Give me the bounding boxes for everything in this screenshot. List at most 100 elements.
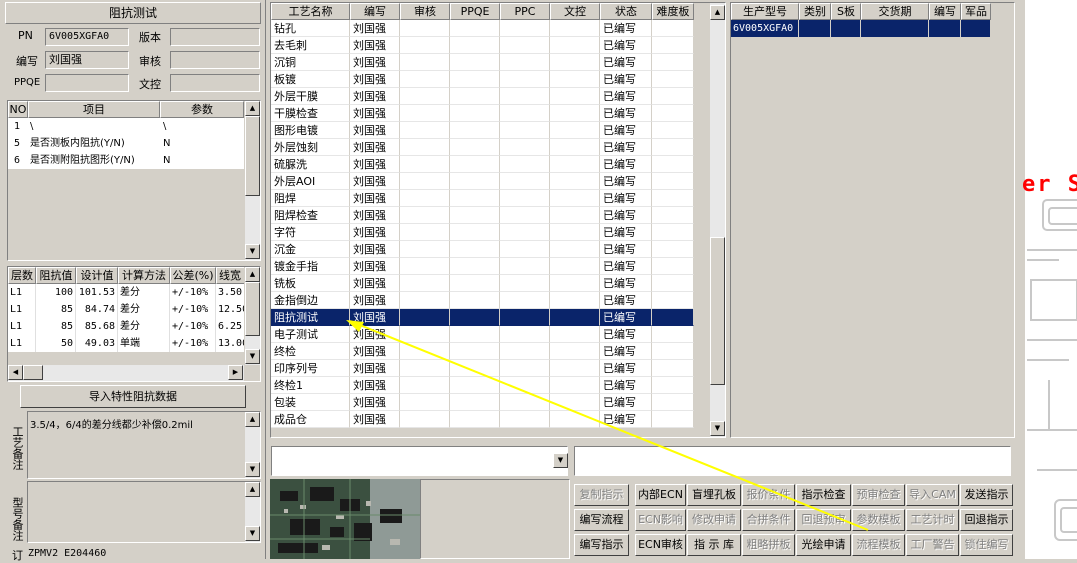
button-row1-1[interactable]: 内部ECN [635, 484, 686, 506]
table-row[interactable]: 阻焊 刘国强 已编写 [271, 190, 694, 207]
items-grid[interactable]: NO 项目 参数 1 \ \ 5 是否测板内阻抗(Y/N) N 6 是否测附阻抗… [7, 100, 261, 261]
model-header-1[interactable]: 类别 [799, 3, 831, 20]
button-row3-4[interactable]: 光绘申请 [796, 534, 851, 556]
imp-header-value[interactable]: 阻抗值 [36, 267, 76, 284]
scroll-down-icon[interactable]: ▼ [245, 462, 260, 477]
table-row[interactable]: L1 100 101.53 差分 +/-10% 3.50 [8, 284, 244, 301]
table-row[interactable]: 印序列号 刘国强 已编写 [271, 360, 694, 377]
scroll-down-icon[interactable]: ▼ [245, 349, 260, 364]
list-item[interactable]: 6 是否测附阻抗图形(Y/N) N [8, 152, 244, 169]
button-row1-7[interactable]: 发送指示 [960, 484, 1013, 506]
pn-field[interactable]: 6V005XGFA0 [45, 28, 129, 46]
scroll-down-icon[interactable]: ▼ [245, 526, 260, 541]
table-row[interactable]: 镀金手指 刘国强 已编写 [271, 258, 694, 275]
scroll-down-icon[interactable]: ▼ [710, 421, 725, 436]
doc-control-field[interactable] [170, 74, 260, 92]
items-scrollbar[interactable]: ▲ ▼ [244, 101, 260, 260]
button-row2-6[interactable]: 工艺计时 [906, 509, 959, 531]
button-row1-4[interactable]: 指示检查 [796, 484, 851, 506]
table-row[interactable]: 图形电镀 刘国强 已编写 [271, 122, 694, 139]
table-row[interactable]: 阻焊检查 刘国强 已编写 [271, 207, 694, 224]
button-row2-7[interactable]: 回退指示 [960, 509, 1013, 531]
imp-scrollbar[interactable]: ▲ ▼ [244, 267, 260, 365]
model-note-scrollbar[interactable]: ▲ ▼ [244, 482, 260, 542]
imp-header-method[interactable]: 计算方法 [118, 267, 170, 284]
scroll-up-icon[interactable]: ▲ [245, 101, 260, 116]
button-row2-0[interactable]: 编写流程 [574, 509, 629, 531]
button-row3-0[interactable]: 编写指示 [574, 534, 629, 556]
button-row1-5[interactable]: 预审检查 [852, 484, 905, 506]
imp-header-design[interactable]: 设计值 [76, 267, 118, 284]
process-header-7[interactable]: 难度板 [652, 3, 694, 20]
button-row2-2[interactable]: 修改申请 [687, 509, 741, 531]
version-field[interactable] [170, 28, 260, 46]
scroll-thumb[interactable] [245, 116, 260, 196]
text-input[interactable] [574, 446, 1011, 476]
table-row[interactable]: 沉铜 刘国强 已编写 [271, 54, 694, 71]
scroll-right-icon[interactable]: ▶ [228, 365, 243, 380]
table-row[interactable]: 终检 刘国强 已编写 [271, 343, 694, 360]
scroll-thumb[interactable] [245, 282, 260, 336]
scroll-left-icon[interactable]: ◀ [8, 365, 23, 380]
scroll-thumb[interactable] [23, 365, 43, 380]
imp-hscrollbar[interactable]: ◀ ▶ [8, 365, 244, 381]
model-header-3[interactable]: 交货期 [861, 3, 929, 20]
craft-note-field[interactable]: 3.5/4，6/4的差分线都少补偿0.2mil ▲ ▼ [27, 411, 261, 479]
table-row[interactable]: 外层干膜 刘国强 已编写 [271, 88, 694, 105]
button-row3-7[interactable]: 锁住编写 [960, 534, 1013, 556]
scroll-down-icon[interactable]: ▼ [245, 244, 260, 259]
process-header-3[interactable]: PPQE [450, 3, 500, 20]
table-row[interactable]: 硫脲洗 刘国强 已编写 [271, 156, 694, 173]
button-row2-4[interactable]: 回退预审 [796, 509, 851, 531]
process-header-0[interactable]: 工艺名称 [271, 3, 350, 20]
scroll-up-icon[interactable]: ▲ [710, 5, 725, 20]
table-row[interactable]: 外层蚀刻 刘国强 已编写 [271, 139, 694, 156]
model-header-0[interactable]: 生产型号 [731, 3, 799, 20]
author-field[interactable]: 刘国强 [45, 51, 129, 69]
impedance-grid[interactable]: 层数 阻抗值 设计值 计算方法 公差(%) 线宽 L1 100 101.53 差分 +/… [7, 266, 261, 382]
button-row3-3[interactable]: 粗略拼板 [742, 534, 795, 556]
table-row[interactable]: 阻抗测试 刘国强 已编写 [271, 309, 694, 326]
process-header-5[interactable]: 文控 [550, 3, 600, 20]
process-grid[interactable]: 工艺名称 编写 审核 PPQE PPC 文控 状态 难度板 钻孔 刘国强 已编写 去毛刺 刘国强 已编写… [270, 2, 726, 438]
table-row[interactable]: L15049.03单端+/-10%13.00 [8, 335, 244, 352]
review-field[interactable] [170, 51, 260, 69]
table-row[interactable]: 外层AOI 刘国强 已编写 [271, 173, 694, 190]
table-row[interactable]: 沉金 刘国强 已编写 [271, 241, 694, 258]
model-grid[interactable]: 生产型号 类别 S板 交货期 编写 军品 6V005XGFA0 [730, 2, 1015, 438]
items-header-no[interactable]: NO [8, 101, 28, 118]
table-row[interactable]: L1 85 85.68 差分 +/-10% 6.25 [8, 318, 244, 335]
table-row[interactable]: 板镀 刘国强 已编写 [271, 71, 694, 88]
table-row[interactable]: 6V005XGFA0 [731, 20, 991, 37]
items-header-param[interactable]: 参数 [160, 101, 244, 118]
combo-box[interactable]: ▼ [271, 446, 568, 476]
process-scrollbar[interactable]: ▲ ▼ [709, 3, 725, 437]
model-header-2[interactable]: S板 [831, 3, 861, 20]
button-row1-0[interactable]: 复制指示 [574, 484, 629, 506]
button-row3-1[interactable]: ECN审核 [635, 534, 686, 556]
process-header-2[interactable]: 审核 [400, 3, 450, 20]
button-row1-6[interactable]: 导入CAM [906, 484, 959, 506]
button-row1-2[interactable]: 盲埋孔板 [687, 484, 741, 506]
table-row[interactable]: 成品仓 刘国强 已编写 [271, 411, 694, 428]
table-row[interactable]: 金指倒边 刘国强 已编写 [271, 292, 694, 309]
button-row2-3[interactable]: 合拼条件 [742, 509, 795, 531]
list-item[interactable]: 1 \ \ [8, 118, 244, 135]
scroll-up-icon[interactable]: ▲ [245, 267, 260, 282]
model-header-5[interactable]: 军品 [961, 3, 991, 20]
table-row[interactable]: L18584.74差分+/-10%12.50 [8, 301, 244, 318]
table-row[interactable]: 铣板 刘国强 已编写 [271, 275, 694, 292]
table-row[interactable]: 字符 刘国强 已编写 [271, 224, 694, 241]
button-row3-5[interactable]: 流程模板 [852, 534, 905, 556]
table-row[interactable]: 去毛刺 刘国强 已编写 [271, 37, 694, 54]
process-header-6[interactable]: 状态 [600, 3, 652, 20]
imp-header-linewidth[interactable]: 线宽 [216, 267, 244, 284]
table-row[interactable]: 终检1 刘国强 已编写 [271, 377, 694, 394]
process-header-1[interactable]: 编写 [350, 3, 400, 20]
scroll-thumb[interactable] [710, 237, 725, 385]
button-row2-1[interactable]: ECN影响 [635, 509, 686, 531]
process-header-4[interactable]: PPC [500, 3, 550, 20]
scroll-up-icon[interactable]: ▲ [245, 482, 260, 497]
imp-header-layer[interactable]: 层数 [8, 267, 36, 284]
button-row3-6[interactable]: 工厂警告 [906, 534, 959, 556]
